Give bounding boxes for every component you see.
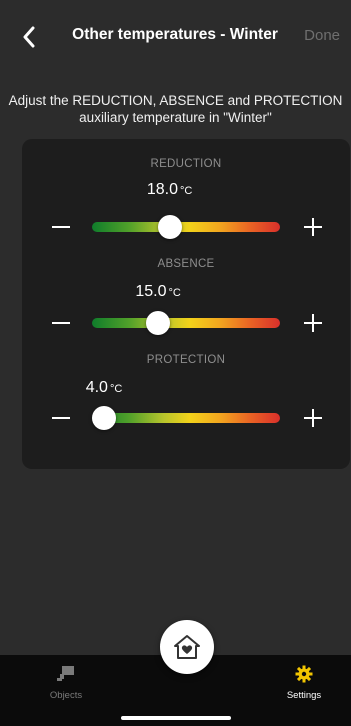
gear-icon <box>295 665 313 683</box>
protection-value: 4.0 °C <box>86 379 123 397</box>
protection-value-number: 4.0 <box>85 379 108 396</box>
home-indicator <box>121 716 231 720</box>
chevron-left-icon <box>23 26 35 48</box>
protection-label: PROTECTION <box>146 354 226 366</box>
page-title: Other temperatures - Winter <box>72 26 278 43</box>
absence-value: 15.0 °C <box>135 283 180 301</box>
tab-settings-label: Settings <box>286 690 322 701</box>
reduction-value: 18.0 °C <box>147 181 192 199</box>
absence-value-number: 15.0 <box>135 283 167 300</box>
protection-increase-button[interactable] <box>304 409 322 427</box>
temperature-card: REDUCTION 18.0 °C ABSENCE 15.0 °C PROTECTI… <box>22 139 350 469</box>
done-button[interactable]: Done <box>304 27 340 44</box>
tab-objects-label: Objects <box>49 690 83 701</box>
home-heart-icon <box>174 635 200 659</box>
instructions-line-1: Adjust the REDUCTION, ABSENCE and PROTEC… <box>8 93 343 108</box>
nav-header: Other temperatures - Winter Done <box>0 0 351 70</box>
reduction-slider-thumb[interactable] <box>157 215 182 239</box>
protection-unit: °C <box>109 383 123 395</box>
reduction-increase-button[interactable] <box>304 218 322 236</box>
objects-icon <box>57 666 74 681</box>
instructions-text: Adjust the REDUCTION, ABSENCE and PROTEC… <box>0 92 351 126</box>
absence-slider-thumb[interactable] <box>146 311 171 335</box>
back-button[interactable] <box>16 22 42 52</box>
absence-label: ABSENCE <box>157 258 215 270</box>
protection-slider-track[interactable] <box>92 413 280 423</box>
protection-decrease-button[interactable] <box>52 417 70 419</box>
tab-objects[interactable]: Objects <box>26 655 106 715</box>
protection-section: PROTECTION 4.0 °C <box>22 339 350 439</box>
absence-section: ABSENCE 15.0 °C <box>22 239 350 339</box>
absence-slider-track[interactable] <box>92 318 280 328</box>
absence-unit: °C <box>168 287 181 299</box>
reduction-value-number: 18.0 <box>146 181 178 198</box>
tab-settings[interactable]: Settings <box>264 655 344 715</box>
absence-increase-button[interactable] <box>304 314 322 332</box>
reduction-slider-track[interactable] <box>92 222 280 232</box>
protection-slider-thumb[interactable] <box>92 406 116 430</box>
home-button[interactable] <box>160 620 214 674</box>
reduction-section: REDUCTION 18.0 °C <box>22 139 350 239</box>
instructions-line-2: auxiliary temperature in "Winter" <box>79 110 272 125</box>
absence-decrease-button[interactable] <box>52 322 70 324</box>
reduction-unit: °C <box>179 185 193 197</box>
reduction-decrease-button[interactable] <box>52 226 70 228</box>
reduction-label: REDUCTION <box>150 158 222 170</box>
